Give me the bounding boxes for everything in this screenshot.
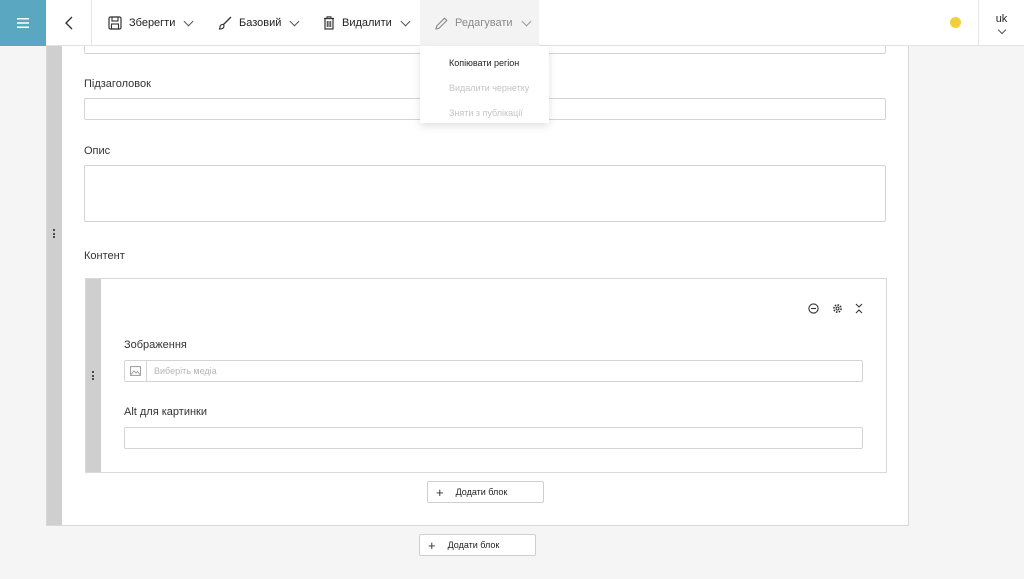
image-label: Зображення	[124, 339, 187, 351]
media-placeholder: Виберіть медіа	[154, 366, 217, 376]
add-region-block-label: Додати блок	[447, 540, 500, 550]
content-label: Контент	[84, 250, 125, 262]
alt-text-input[interactable]	[124, 427, 863, 449]
block-drag-handle[interactable]	[86, 279, 101, 472]
back-button[interactable]	[46, 0, 92, 46]
toolbar: Зберегти Базовий Видалити Редагувати uk	[0, 0, 1024, 46]
chevron-down-icon	[183, 16, 194, 26]
add-region-block-button[interactable]: + Додати блок	[419, 534, 536, 556]
save-button[interactable]: Зберегти	[108, 0, 194, 46]
add-block-button[interactable]: + Додати блок	[427, 481, 544, 503]
hamburger-icon	[17, 18, 29, 28]
region-drag-handle[interactable]	[47, 41, 62, 525]
image-block-card: Зображення Виберіть медіа Alt для картин…	[85, 278, 887, 473]
kebab-icon[interactable]	[92, 371, 95, 380]
trash-icon	[324, 16, 334, 30]
kebab-icon[interactable]	[53, 229, 56, 238]
description-label: Опис	[84, 145, 111, 157]
subtitle-label: Підзаголовок	[84, 78, 151, 90]
language-selector[interactable]: uk	[978, 0, 1024, 46]
minus-circle-icon[interactable]	[807, 302, 819, 314]
plus-icon: +	[428, 537, 436, 553]
menu-item-copy-region[interactable]: Копіювати регіон	[420, 51, 549, 76]
menu-item-unpublish: Зняти з публікації	[449, 108, 523, 118]
gear-icon[interactable]	[831, 302, 843, 314]
plus-icon: +	[436, 484, 444, 500]
delete-button[interactable]: Видалити	[323, 0, 411, 46]
add-block-label: Додати блок	[455, 487, 508, 497]
edit-button[interactable]: Редагувати	[420, 0, 539, 46]
chevron-down-icon	[400, 16, 411, 26]
base-version-button[interactable]: Базовий	[218, 0, 300, 46]
image-icon	[125, 361, 147, 381]
brush-icon	[218, 16, 232, 30]
chevron-left-icon	[64, 16, 72, 30]
status-indicator	[950, 17, 961, 28]
menu-button[interactable]	[0, 0, 46, 46]
alt-label: Alt для картинки	[124, 406, 208, 418]
menu-item-delete-draft: Видалити чернетку	[449, 83, 530, 93]
delete-label: Видалити	[342, 17, 392, 29]
base-label: Базовий	[239, 17, 282, 29]
chevron-down-icon	[289, 16, 300, 26]
language-label: uk	[995, 13, 1008, 25]
description-textarea[interactable]	[84, 165, 886, 222]
edit-dropdown-menu: Копіювати регіон Видалити чернетку Зняти…	[420, 46, 549, 123]
collapse-icon[interactable]	[853, 302, 865, 314]
chevron-down-icon	[521, 16, 532, 26]
edit-label: Редагувати	[455, 17, 513, 29]
save-icon	[108, 16, 122, 30]
save-label: Зберегти	[129, 17, 176, 29]
chevron-down-icon	[997, 25, 1006, 35]
media-picker[interactable]: Виберіть медіа	[124, 360, 863, 382]
pencil-icon	[435, 16, 448, 30]
